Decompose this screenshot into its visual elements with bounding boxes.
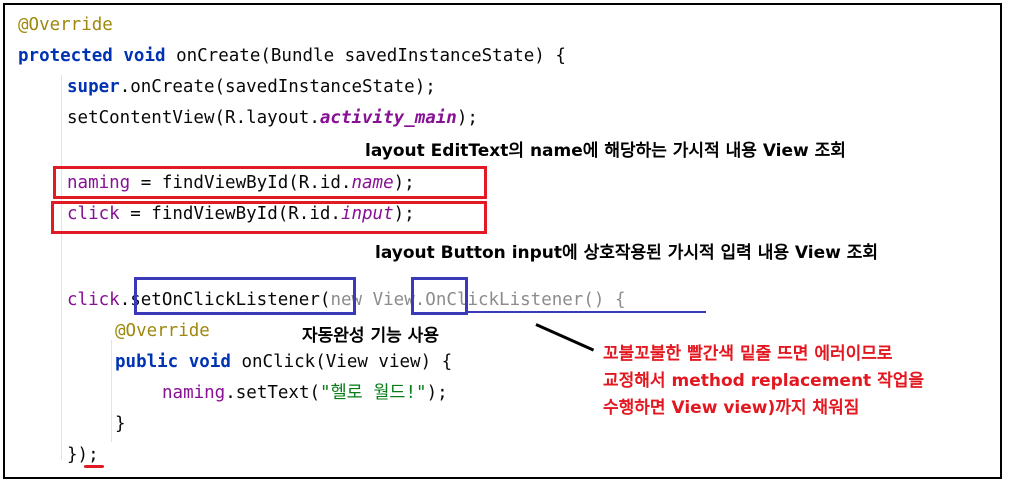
onclick-signature: onClick(View view) { xyxy=(241,352,453,372)
oncreate-signature: onCreate(Bundle savedInstanceState) { xyxy=(176,46,566,66)
view-class: View xyxy=(372,290,415,310)
override-annotation-onclick: @Override xyxy=(115,321,210,341)
indent-guide xyxy=(111,340,112,442)
closing-paren-brace: }) xyxy=(67,445,89,465)
keyword-super: super xyxy=(67,77,120,97)
method-signature-oncreate: protected void onCreate(Bundle savedInst… xyxy=(18,45,566,67)
red-note-line-2: 교정해서 method replacement 작업을 xyxy=(603,371,925,391)
settext-call: .setText( xyxy=(225,383,321,403)
keyword-void: void xyxy=(123,46,166,66)
red-underline-semicolon xyxy=(84,465,104,468)
blue-underline-onclicklistener xyxy=(468,311,706,313)
keyword-public: public xyxy=(115,352,179,372)
keyword-void-2: void xyxy=(188,352,231,372)
dot: . xyxy=(119,290,131,310)
red-note-error-fix: 꼬불꼬불한 빨간색 밑줄 뜨면 에러이므로 교정해서 method replac… xyxy=(603,341,924,422)
set-content-view-call: setContentView(R.layout.activity_main); xyxy=(67,107,478,129)
super-call-rest: .onCreate(savedInstanceState); xyxy=(119,77,436,97)
blue-box-view xyxy=(411,277,468,315)
closing-listener-line: }); xyxy=(67,444,99,466)
onclick-signature-line: public void onClick(View view) { xyxy=(115,351,452,373)
red-note-line-1: 꼬불꼬불한 빨간색 밑줄 뜨면 에러이므로 xyxy=(603,344,893,364)
red-note-line-3: 수행하면 View view)까지 채워짐 xyxy=(603,398,860,418)
red-highlight-naming xyxy=(53,166,487,199)
set-content-view-suffix: ); xyxy=(456,108,478,128)
indent-guide xyxy=(61,75,62,460)
red-highlight-click xyxy=(51,201,487,234)
code-screenshot-frame: @Override protected void onCreate(Bundle… xyxy=(3,3,1002,479)
settext-close: ); xyxy=(426,383,448,403)
blue-box-setonclicklistener xyxy=(134,277,356,315)
pointer-line xyxy=(535,323,595,352)
note-autocomplete: 자동완성 기능 사용 xyxy=(302,326,439,346)
closing-semicolon: ; xyxy=(88,445,99,465)
naming-variable-ref: naming xyxy=(162,383,226,403)
layout-activity-main: activity_main xyxy=(319,108,457,128)
hello-world-string: "헬로 월드!" xyxy=(320,383,427,403)
set-content-view-prefix: setContentView(R.layout. xyxy=(67,108,320,128)
settext-line: naming.setText("헬로 월드!"); xyxy=(162,382,448,404)
super-oncreate-call: super.onCreate(savedInstanceState); xyxy=(67,76,436,98)
override-annotation: @Override xyxy=(18,15,113,35)
click-variable-ref: click xyxy=(67,290,120,310)
keyword-protected: protected xyxy=(18,46,113,66)
closing-brace-onclick: } xyxy=(115,414,126,434)
note-edittext-lookup: layout EditText의 name에 해당하는 가시적 내용 View … xyxy=(365,141,846,161)
note-button-lookup: layout Button input에 상호작용된 가시적 입력 내용 Vie… xyxy=(375,243,879,263)
